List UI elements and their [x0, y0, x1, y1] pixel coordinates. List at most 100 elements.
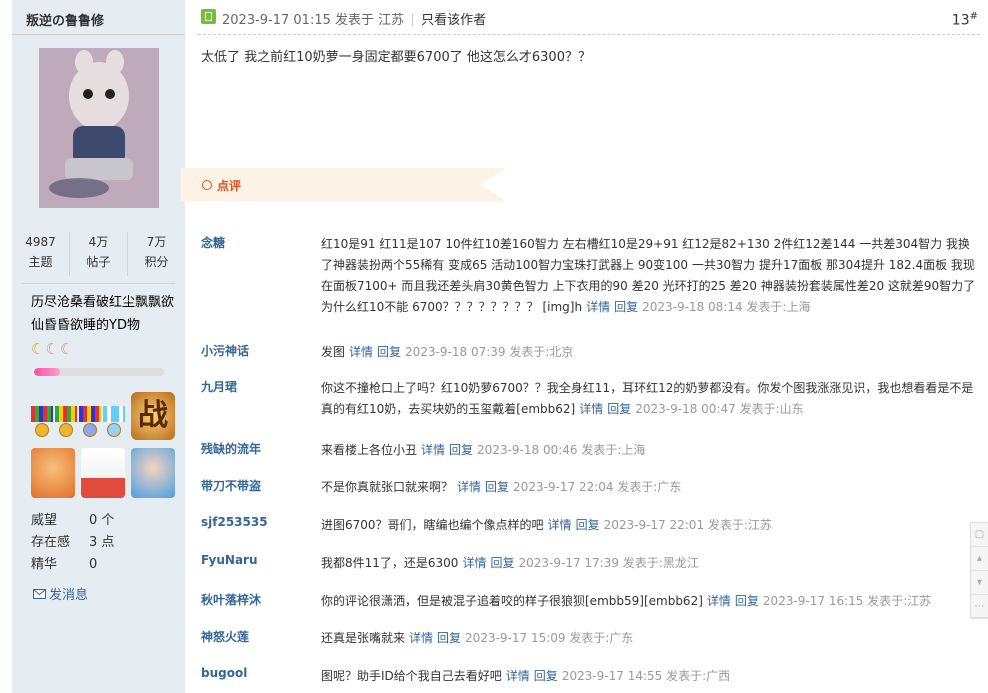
comment-body: 你的评论很潇洒，但是被混子追着咬的样子很狼狈[embb59][embb62] 详情… — [321, 591, 981, 612]
comment-user[interactable]: 残缺的流年 — [201, 440, 261, 457]
detail-link[interactable]: 详情 — [579, 402, 603, 416]
stat-points[interactable]: 7万 积分 — [128, 232, 185, 276]
detail-link[interactable]: 详情 — [462, 556, 486, 570]
author-info: 威望 0 个 存在感 3 点 精华 0 — [31, 510, 114, 576]
author-stats: 4987 主题 4万 帖子 7万 积分 — [12, 232, 185, 276]
medal-baby-icon[interactable] — [131, 448, 175, 498]
reply-link[interactable]: 回复 — [377, 345, 401, 359]
send-message-link[interactable]: 发消息 — [33, 584, 88, 603]
reply-link[interactable]: 回复 — [607, 402, 631, 416]
battle-medal-icon[interactable]: 战 — [131, 392, 175, 440]
comment-text: 还真是张嘴就来 — [321, 631, 406, 645]
comment-time: 2023-9-18 08:14 发表于:上海 — [642, 300, 811, 314]
user-title: 历尽沧桑看破红尘飘飘欲仙昏昏欲睡的YD物 — [31, 295, 175, 333]
comment-time: 2023-9-17 17:39 发表于:黑龙江 — [518, 556, 699, 570]
detail-link[interactable]: 详情 — [548, 518, 572, 532]
only-author-link[interactable]: 只看该作者 — [421, 13, 486, 28]
comment-user[interactable]: 带刀不带盗 — [201, 477, 261, 494]
medal-rabbit-icon[interactable] — [81, 448, 125, 498]
comment-body: 图呢？助手ID给个我自己去看好吧 详情 回复 2023-9-17 14:55 发表于:… — [321, 666, 981, 687]
medal-icon[interactable] — [79, 406, 101, 438]
detail-link[interactable]: 详情 — [421, 443, 445, 457]
stat-posts[interactable]: 4万 帖子 — [70, 232, 128, 276]
stat-value: 4万 — [88, 235, 109, 249]
stat-value: 7万 — [146, 235, 167, 249]
separator — [412, 13, 414, 26]
divider — [12, 34, 185, 35]
detail-link[interactable]: 详情 — [409, 631, 433, 645]
send-message-label: 发消息 — [49, 588, 89, 603]
medal-icon[interactable] — [103, 406, 125, 438]
comment-user[interactable]: 九月珺 — [201, 378, 237, 395]
stat-topics[interactable]: 4987 主题 — [12, 232, 70, 276]
comment-section-header: 点评 — [181, 168, 506, 201]
more-icon[interactable]: ⋯ — [971, 595, 988, 619]
comment-user[interactable]: 念糖 — [201, 234, 225, 251]
comment-user[interactable]: sjf253535 — [201, 515, 268, 529]
stat-value: 4987 — [25, 235, 56, 249]
reply-link[interactable]: 回复 — [735, 594, 759, 608]
comment-user[interactable]: bugool — [201, 666, 247, 680]
author-sidebar: 叛逆の鲁鲁修 4987 主题 4万 帖子 7万 积分 历尽沧桑看破红尘飘飘欲仙昏… — [12, 0, 185, 693]
author-name[interactable]: 叛逆の鲁鲁修 — [26, 10, 104, 29]
comment-user[interactable]: 神怒火莲 — [201, 628, 249, 645]
stat-label: 帖子 — [86, 255, 111, 269]
reply-link[interactable]: 回复 — [437, 631, 461, 645]
level-moon-icons: ☾☾☾ — [31, 340, 75, 358]
comment-time: 2023-9-17 22:01 发表于:江苏 — [603, 518, 772, 532]
info-value: 0 个 — [89, 513, 115, 528]
comment-body: 来看楼上各位小丑 详情 回复 2023-9-18 00:46 发表于:上海 — [321, 440, 981, 461]
comment-body: 还真是张嘴就来 详情 回复 2023-9-17 15:09 发表于:广东 — [321, 628, 981, 649]
detail-link[interactable]: 详情 — [349, 345, 373, 359]
comment-user[interactable]: 小污神话 — [201, 342, 249, 359]
reply-link[interactable]: 回复 — [490, 556, 514, 570]
comment-time: 2023-9-17 15:09 发表于:广东 — [465, 631, 634, 645]
info-value: 3 点 — [89, 535, 115, 550]
detail-link[interactable]: 详情 — [506, 669, 530, 683]
comment-user[interactable]: FyuNaru — [201, 553, 258, 567]
detail-link[interactable]: 详情 — [457, 480, 481, 494]
comment-time: 2023-9-17 22:04 发表于:广东 — [513, 480, 682, 494]
floating-toolbar: ▢ ▴ ▾ ⋯ — [970, 522, 988, 619]
medal-icon[interactable] — [31, 406, 53, 438]
info-row: 存在感 3 点 — [31, 532, 114, 554]
envelope-icon — [33, 588, 46, 599]
comment-body: 我都8件11了，还是6300 详情 回复 2023-9-17 17:39 发表于:黑龙… — [321, 553, 981, 574]
comment-time: 2023-9-18 00:47 发表于:山东 — [635, 402, 804, 416]
comment-text: 发图 — [321, 345, 346, 359]
down-icon[interactable]: ▾ — [971, 571, 988, 595]
reply-link[interactable]: 回复 — [614, 300, 638, 314]
comment-body: 红10是91 红11是107 10件红10差160智力 左右槽红10是29+91… — [321, 234, 981, 318]
share-icon[interactable]: ▢ — [971, 523, 988, 547]
info-key: 威望 — [31, 513, 58, 528]
comment-section-title: 点评 — [217, 179, 242, 193]
detail-link[interactable]: 详情 — [586, 300, 610, 314]
level-progress-fill — [34, 368, 60, 376]
floor-mark: # — [969, 11, 978, 22]
floor-number[interactable]: 13# — [952, 11, 978, 29]
post-content: 太低了 我之前红10奶萝一身固定都要6700了 他这怎么才6300？？ — [201, 50, 591, 65]
online-status-icon — [201, 9, 216, 24]
reply-link[interactable]: 回复 — [449, 443, 473, 457]
medal-icon[interactable] — [55, 406, 77, 438]
reply-link[interactable]: 回复 — [485, 480, 509, 494]
comment-body: 不是你真就张口就来啊？ 详情 回复 2023-9-17 22:04 发表于:广东 — [321, 477, 981, 498]
detail-link[interactable]: 详情 — [707, 594, 731, 608]
reply-link[interactable]: 回复 — [576, 518, 600, 532]
comment-time: 2023-9-18 07:39 发表于:北京 — [405, 345, 574, 359]
medal-character-icon[interactable] — [31, 448, 75, 498]
stat-label: 主题 — [28, 255, 53, 269]
medals: 战 — [31, 392, 191, 500]
up-icon[interactable]: ▴ — [971, 547, 988, 571]
divider — [22, 283, 175, 284]
comment-body: 发图 详情 回复 2023-9-18 07:39 发表于:北京 — [321, 342, 981, 363]
info-key: 存在感 — [31, 535, 71, 550]
post-date: 2023-9-17 01:15 — [222, 13, 331, 28]
comment-time: 2023-9-17 14:55 发表于:广西 — [561, 669, 731, 683]
reply-link[interactable]: 回复 — [534, 669, 558, 683]
avatar[interactable] — [39, 48, 159, 208]
comment-time: 2023-9-17 16:15 发表于:江苏 — [762, 594, 932, 608]
info-key: 精华 — [31, 557, 58, 572]
post-meta: 2023-9-17 01:15 发表于 江苏 只看该作者 — [222, 9, 486, 28]
comment-user[interactable]: 秋叶落梓沐 — [201, 591, 261, 608]
